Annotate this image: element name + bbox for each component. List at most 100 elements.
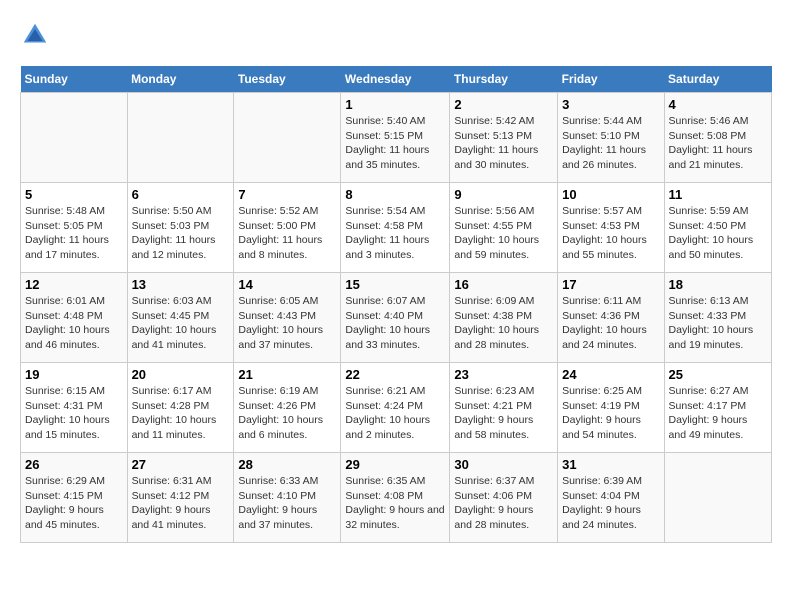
day-info: Sunrise: 6:03 AMSunset: 4:45 PMDaylight:…	[132, 294, 230, 353]
day-number: 8	[345, 187, 445, 202]
day-info: Sunrise: 6:31 AMSunset: 4:12 PMDaylight:…	[132, 474, 230, 533]
day-number: 22	[345, 367, 445, 382]
day-info: Sunrise: 6:11 AMSunset: 4:36 PMDaylight:…	[562, 294, 659, 353]
day-info: Sunrise: 5:57 AMSunset: 4:53 PMDaylight:…	[562, 204, 659, 263]
day-info: Sunrise: 6:13 AMSunset: 4:33 PMDaylight:…	[669, 294, 767, 353]
day-info: Sunrise: 6:17 AMSunset: 4:28 PMDaylight:…	[132, 384, 230, 443]
day-info: Sunrise: 6:01 AMSunset: 4:48 PMDaylight:…	[25, 294, 123, 353]
day-of-week-wednesday: Wednesday	[341, 66, 450, 93]
day-info: Sunrise: 5:48 AMSunset: 5:05 PMDaylight:…	[25, 204, 123, 263]
logo	[20, 20, 54, 50]
day-number: 11	[669, 187, 767, 202]
day-number: 19	[25, 367, 123, 382]
day-info: Sunrise: 6:05 AMSunset: 4:43 PMDaylight:…	[238, 294, 336, 353]
calendar-cell: 19 Sunrise: 6:15 AMSunset: 4:31 PMDaylig…	[21, 363, 128, 453]
day-number: 25	[669, 367, 767, 382]
day-number: 2	[454, 97, 553, 112]
calendar-cell: 31 Sunrise: 6:39 AMSunset: 4:04 PMDaylig…	[558, 453, 664, 543]
calendar-cell: 17 Sunrise: 6:11 AMSunset: 4:36 PMDaylig…	[558, 273, 664, 363]
day-number: 29	[345, 457, 445, 472]
calendar-cell: 26 Sunrise: 6:29 AMSunset: 4:15 PMDaylig…	[21, 453, 128, 543]
calendar-cell: 20 Sunrise: 6:17 AMSunset: 4:28 PMDaylig…	[127, 363, 234, 453]
day-info: Sunrise: 5:56 AMSunset: 4:55 PMDaylight:…	[454, 204, 553, 263]
day-number: 28	[238, 457, 336, 472]
day-number: 24	[562, 367, 659, 382]
calendar-cell: 8 Sunrise: 5:54 AMSunset: 4:58 PMDayligh…	[341, 183, 450, 273]
day-info: Sunrise: 6:23 AMSunset: 4:21 PMDaylight:…	[454, 384, 553, 443]
day-info: Sunrise: 5:42 AMSunset: 5:13 PMDaylight:…	[454, 114, 553, 173]
day-number: 12	[25, 277, 123, 292]
day-of-week-friday: Friday	[558, 66, 664, 93]
day-number: 21	[238, 367, 336, 382]
calendar-cell: 10 Sunrise: 5:57 AMSunset: 4:53 PMDaylig…	[558, 183, 664, 273]
calendar-cell: 1 Sunrise: 5:40 AMSunset: 5:15 PMDayligh…	[341, 93, 450, 183]
day-info: Sunrise: 6:15 AMSunset: 4:31 PMDaylight:…	[25, 384, 123, 443]
day-info: Sunrise: 5:54 AMSunset: 4:58 PMDaylight:…	[345, 204, 445, 263]
calendar-week-row: 5 Sunrise: 5:48 AMSunset: 5:05 PMDayligh…	[21, 183, 772, 273]
day-number: 6	[132, 187, 230, 202]
calendar-cell: 7 Sunrise: 5:52 AMSunset: 5:00 PMDayligh…	[234, 183, 341, 273]
day-number: 23	[454, 367, 553, 382]
day-number: 14	[238, 277, 336, 292]
calendar-week-row: 1 Sunrise: 5:40 AMSunset: 5:15 PMDayligh…	[21, 93, 772, 183]
day-of-week-monday: Monday	[127, 66, 234, 93]
day-info: Sunrise: 6:39 AMSunset: 4:04 PMDaylight:…	[562, 474, 659, 533]
day-info: Sunrise: 5:59 AMSunset: 4:50 PMDaylight:…	[669, 204, 767, 263]
day-info: Sunrise: 6:19 AMSunset: 4:26 PMDaylight:…	[238, 384, 336, 443]
logo-icon	[20, 20, 50, 50]
day-of-week-tuesday: Tuesday	[234, 66, 341, 93]
day-number: 9	[454, 187, 553, 202]
day-info: Sunrise: 5:40 AMSunset: 5:15 PMDaylight:…	[345, 114, 445, 173]
calendar-cell	[664, 453, 771, 543]
day-info: Sunrise: 6:37 AMSunset: 4:06 PMDaylight:…	[454, 474, 553, 533]
calendar-cell	[234, 93, 341, 183]
calendar-week-row: 19 Sunrise: 6:15 AMSunset: 4:31 PMDaylig…	[21, 363, 772, 453]
calendar-week-row: 26 Sunrise: 6:29 AMSunset: 4:15 PMDaylig…	[21, 453, 772, 543]
day-number: 10	[562, 187, 659, 202]
calendar-cell: 6 Sunrise: 5:50 AMSunset: 5:03 PMDayligh…	[127, 183, 234, 273]
day-of-week-sunday: Sunday	[21, 66, 128, 93]
day-number: 18	[669, 277, 767, 292]
day-number: 20	[132, 367, 230, 382]
day-number: 15	[345, 277, 445, 292]
calendar-cell: 23 Sunrise: 6:23 AMSunset: 4:21 PMDaylig…	[450, 363, 558, 453]
calendar-cell: 11 Sunrise: 5:59 AMSunset: 4:50 PMDaylig…	[664, 183, 771, 273]
calendar-cell: 16 Sunrise: 6:09 AMSunset: 4:38 PMDaylig…	[450, 273, 558, 363]
calendar-cell: 30 Sunrise: 6:37 AMSunset: 4:06 PMDaylig…	[450, 453, 558, 543]
day-number: 31	[562, 457, 659, 472]
calendar-cell: 18 Sunrise: 6:13 AMSunset: 4:33 PMDaylig…	[664, 273, 771, 363]
day-info: Sunrise: 6:29 AMSunset: 4:15 PMDaylight:…	[25, 474, 123, 533]
calendar-header-row: SundayMondayTuesdayWednesdayThursdayFrid…	[21, 66, 772, 93]
calendar-cell: 29 Sunrise: 6:35 AMSunset: 4:08 PMDaylig…	[341, 453, 450, 543]
day-info: Sunrise: 5:46 AMSunset: 5:08 PMDaylight:…	[669, 114, 767, 173]
day-info: Sunrise: 6:35 AMSunset: 4:08 PMDaylight:…	[345, 474, 445, 533]
calendar-cell: 14 Sunrise: 6:05 AMSunset: 4:43 PMDaylig…	[234, 273, 341, 363]
calendar-cell: 15 Sunrise: 6:07 AMSunset: 4:40 PMDaylig…	[341, 273, 450, 363]
calendar-cell: 5 Sunrise: 5:48 AMSunset: 5:05 PMDayligh…	[21, 183, 128, 273]
day-number: 16	[454, 277, 553, 292]
calendar-cell: 27 Sunrise: 6:31 AMSunset: 4:12 PMDaylig…	[127, 453, 234, 543]
day-number: 5	[25, 187, 123, 202]
calendar-cell: 25 Sunrise: 6:27 AMSunset: 4:17 PMDaylig…	[664, 363, 771, 453]
day-info: Sunrise: 5:52 AMSunset: 5:00 PMDaylight:…	[238, 204, 336, 263]
calendar-week-row: 12 Sunrise: 6:01 AMSunset: 4:48 PMDaylig…	[21, 273, 772, 363]
calendar-cell: 3 Sunrise: 5:44 AMSunset: 5:10 PMDayligh…	[558, 93, 664, 183]
day-number: 7	[238, 187, 336, 202]
day-number: 26	[25, 457, 123, 472]
calendar-cell: 13 Sunrise: 6:03 AMSunset: 4:45 PMDaylig…	[127, 273, 234, 363]
calendar-table: SundayMondayTuesdayWednesdayThursdayFrid…	[20, 66, 772, 543]
calendar-cell: 28 Sunrise: 6:33 AMSunset: 4:10 PMDaylig…	[234, 453, 341, 543]
calendar-cell: 9 Sunrise: 5:56 AMSunset: 4:55 PMDayligh…	[450, 183, 558, 273]
day-number: 1	[345, 97, 445, 112]
day-info: Sunrise: 6:27 AMSunset: 4:17 PMDaylight:…	[669, 384, 767, 443]
calendar-cell: 2 Sunrise: 5:42 AMSunset: 5:13 PMDayligh…	[450, 93, 558, 183]
day-info: Sunrise: 5:50 AMSunset: 5:03 PMDaylight:…	[132, 204, 230, 263]
day-of-week-saturday: Saturday	[664, 66, 771, 93]
calendar-cell: 21 Sunrise: 6:19 AMSunset: 4:26 PMDaylig…	[234, 363, 341, 453]
calendar-cell: 24 Sunrise: 6:25 AMSunset: 4:19 PMDaylig…	[558, 363, 664, 453]
calendar-cell: 22 Sunrise: 6:21 AMSunset: 4:24 PMDaylig…	[341, 363, 450, 453]
day-info: Sunrise: 6:09 AMSunset: 4:38 PMDaylight:…	[454, 294, 553, 353]
day-info: Sunrise: 5:44 AMSunset: 5:10 PMDaylight:…	[562, 114, 659, 173]
day-info: Sunrise: 6:33 AMSunset: 4:10 PMDaylight:…	[238, 474, 336, 533]
day-of-week-thursday: Thursday	[450, 66, 558, 93]
